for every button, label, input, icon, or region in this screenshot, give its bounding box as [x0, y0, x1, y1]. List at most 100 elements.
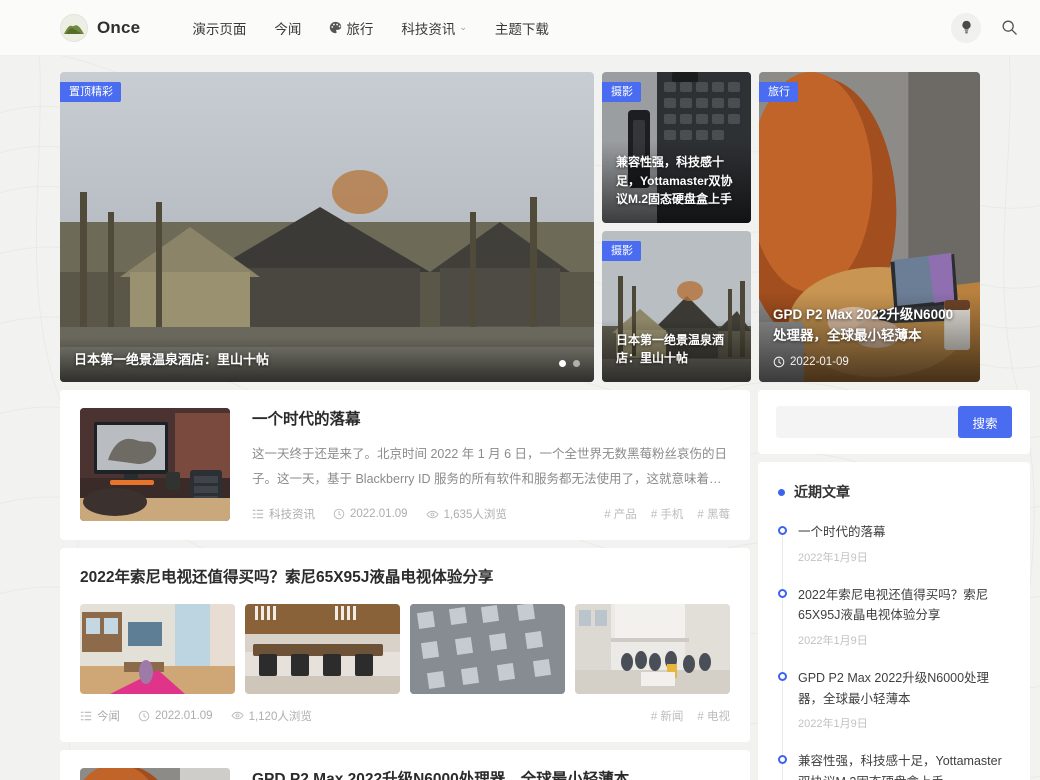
recent-post-date: 2022年1月9日 — [798, 718, 868, 731]
timeline-line — [782, 526, 783, 780]
article-meta: 今闻 2022.01.09 1,120人浏览 # 新闻 # 电视 — [80, 694, 730, 724]
clock-icon — [773, 356, 785, 368]
hero-main-title: 日本第一绝景温泉酒店：里山十帖 — [74, 352, 270, 367]
hero-main-image — [60, 72, 594, 382]
list-item[interactable]: 兼容性强，科技感十足，Yottamaster双协议M.2固态硬盘盒上手 2022… — [778, 751, 1010, 780]
tag[interactable]: # 手机 — [651, 506, 684, 522]
hero-right-date: 2022-01-09 — [773, 356, 966, 368]
recent-posts-title: 近期文章 — [778, 482, 1010, 506]
hero-right-card[interactable]: 旅行 GPD P2 Max 2022升级N6000处理器，全球最小轻薄本 202… — [759, 72, 980, 382]
recent-post-date: 2022年1月9日 — [798, 634, 868, 647]
timeline-marker-icon — [778, 588, 787, 598]
article-title[interactable]: GPD P2 Max 2022升级N6000处理器，全球最小轻薄本 — [252, 768, 730, 780]
nav-item-tech[interactable]: 科技资讯 ⌄ — [401, 18, 467, 38]
clock-icon — [333, 508, 345, 520]
article-title[interactable]: 2022年索尼电视还值得买吗？索尼65X95J液晶电视体验分享 — [80, 566, 730, 589]
chevron-down-icon: ⌄ — [459, 22, 467, 32]
nav-item-news[interactable]: 今闻 — [274, 18, 301, 38]
brand-logo[interactable]: Once — [60, 13, 140, 42]
mountain-logo-icon — [60, 13, 88, 42]
tag[interactable]: # 新闻 — [651, 708, 684, 724]
article-card[interactable]: 2022年索尼电视还值得买吗？索尼65X95J液晶电视体验分享 今闻 2022.… — [60, 548, 750, 742]
content-area: 一个时代的落幕 这一天终于还是来了。北京时间 2022 年 1 月 6 日，一个… — [60, 390, 1030, 780]
hero-main-card[interactable]: 置顶精彩 日本第一绝景温泉酒店：里山十帖 — [60, 72, 594, 382]
hero-right-date-text: 2022-01-09 — [790, 356, 849, 368]
hero-main-overlay: 日本第一绝景温泉酒店：里山十帖 — [60, 337, 594, 382]
gallery-image[interactable] — [410, 603, 565, 694]
recent-post-date: 2022年1月9日 — [798, 551, 868, 564]
header-actions — [951, 12, 1018, 43]
recent-posts-widget: 近期文章 一个时代的落幕 2022年1月9日 2022年索尼电视还值得买吗？索尼… — [758, 462, 1030, 780]
search-submit-button[interactable]: 搜索 — [958, 406, 1012, 438]
carousel-dot-1[interactable] — [559, 360, 566, 367]
meta-date-text: 2022.01.09 — [350, 508, 408, 521]
hero-badge[interactable]: 置顶精彩 — [60, 82, 121, 103]
tag[interactable]: # 电视 — [697, 708, 730, 724]
article-card[interactable]: 一个时代的落幕 这一天终于还是来了。北京时间 2022 年 1 月 6 日，一个… — [60, 390, 750, 541]
hero-mid-card-2[interactable]: 摄影 日本第一绝景温泉酒店：里山十帖 — [602, 231, 751, 382]
bullet-icon — [778, 488, 785, 496]
site-header: Once 演示页面 今闻 旅行 科技资讯 ⌄ 主题下载 — [0, 0, 1040, 56]
main-nav: 演示页面 今闻 旅行 科技资讯 ⌄ 主题下载 — [192, 18, 549, 38]
search-input[interactable] — [776, 406, 961, 438]
list-icon — [252, 508, 264, 520]
nav-item-travel[interactable]: 旅行 — [329, 18, 373, 38]
hero-mid-title-1: 兼容性强，科技感十足，Yottamaster双协议M.2固态硬盘盒上手 — [616, 155, 733, 207]
timeline-marker-icon — [778, 671, 787, 681]
recent-post-title[interactable]: GPD P2 Max 2022升级N6000处理器，全球最小轻薄本 — [798, 668, 1010, 709]
article-body: 一个时代的落幕 这一天终于还是来了。北京时间 2022 年 1 月 6 日，一个… — [252, 408, 730, 522]
article-list: 一个时代的落幕 这一天终于还是来了。北京时间 2022 年 1 月 6 日，一个… — [60, 390, 750, 780]
article-title[interactable]: 一个时代的落幕 — [252, 408, 730, 431]
nav-label: 演示页面 — [192, 21, 247, 37]
nav-label: 旅行 — [346, 21, 374, 37]
article-card[interactable]: GPD P2 Max 2022升级N6000处理器，全球最小轻薄本 — [60, 749, 750, 780]
gallery-image[interactable] — [80, 603, 235, 694]
article-meta: 科技资讯 2022.01.09 1,635人浏览 # 产品 # 手机 # 黑莓 — [252, 492, 730, 522]
list-item[interactable]: GPD P2 Max 2022升级N6000处理器，全球最小轻薄本 2022年1… — [778, 668, 1010, 751]
meta-views: 1,635人浏览 — [426, 506, 507, 522]
meta-views-text: 1,120人浏览 — [248, 710, 312, 723]
meta-date-text: 2022.01.09 — [155, 709, 213, 722]
lightbulb-icon[interactable] — [951, 12, 981, 43]
palette-icon — [329, 21, 342, 34]
tag[interactable]: # 黑莓 — [697, 506, 730, 522]
meta-category-text: 科技资讯 — [269, 509, 315, 522]
hero-right-badge[interactable]: 旅行 — [759, 82, 798, 103]
article-gallery — [80, 603, 730, 694]
hero-mid-badge-1[interactable]: 摄影 — [602, 82, 641, 103]
hero-middle-column: 摄影 兼容性强，科技感十足，Yottamaster双协议M.2固态硬盘盒上手 摄… — [602, 72, 751, 382]
nav-label: 主题下载 — [494, 21, 549, 37]
gallery-image[interactable] — [575, 603, 730, 694]
article-tags: # 新闻 # 电视 — [651, 708, 730, 724]
meta-views: 1,120人浏览 — [231, 708, 312, 724]
carousel-dots — [559, 360, 580, 367]
list-item[interactable]: 一个时代的落幕 2022年1月9日 — [778, 522, 1010, 585]
search-icon[interactable] — [1001, 19, 1018, 36]
hero-mid-card-1[interactable]: 摄影 兼容性强，科技感十足，Yottamaster双协议M.2固态硬盘盒上手 — [602, 72, 751, 223]
meta-date: 2022.01.09 — [333, 508, 408, 520]
meta-category[interactable]: 科技资讯 — [252, 506, 315, 522]
nav-label: 今闻 — [274, 21, 302, 37]
hero-mid-badge-2[interactable]: 摄影 — [602, 241, 641, 262]
recent-posts-title-text: 近期文章 — [794, 484, 850, 500]
search-widget: 搜索 — [758, 390, 1030, 454]
tag[interactable]: # 产品 — [604, 506, 637, 522]
list-item[interactable]: 2022年索尼电视还值得买吗？索尼65X95J液晶电视体验分享 2022年1月9… — [778, 585, 1010, 668]
hero-mid-title-2: 日本第一绝景温泉酒店：里山十帖 — [616, 332, 725, 366]
recent-post-title[interactable]: 兼容性强，科技感十足，Yottamaster双协议M.2固态硬盘盒上手 — [798, 751, 1010, 780]
hero-mid-overlay-1: 兼容性强，科技感十足，Yottamaster双协议M.2固态硬盘盒上手 — [602, 141, 751, 223]
gallery-image[interactable] — [245, 603, 400, 694]
eye-icon — [426, 508, 439, 521]
meta-views-text: 1,635人浏览 — [443, 509, 507, 522]
page-wrap: 置顶精彩 日本第一绝景温泉酒店：里山十帖 摄影 兼容性强，科技感十足，Yotta… — [0, 56, 1040, 780]
nav-item-demo[interactable]: 演示页面 — [192, 18, 246, 38]
article-thumbnail[interactable] — [80, 767, 230, 780]
meta-category[interactable]: 今闻 — [80, 708, 120, 724]
recent-post-title[interactable]: 一个时代的落幕 — [798, 522, 1010, 543]
recent-post-title[interactable]: 2022年索尼电视还值得买吗？索尼65X95J液晶电视体验分享 — [798, 585, 1010, 626]
article-thumbnail[interactable] — [80, 408, 230, 521]
recent-posts-timeline: 一个时代的落幕 2022年1月9日 2022年索尼电视还值得买吗？索尼65X95… — [778, 522, 1010, 780]
carousel-dot-2[interactable] — [573, 360, 580, 367]
nav-item-themes[interactable]: 主题下载 — [495, 18, 549, 38]
hero-right-title: GPD P2 Max 2022升级N6000处理器，全球最小轻薄本 — [773, 306, 954, 344]
